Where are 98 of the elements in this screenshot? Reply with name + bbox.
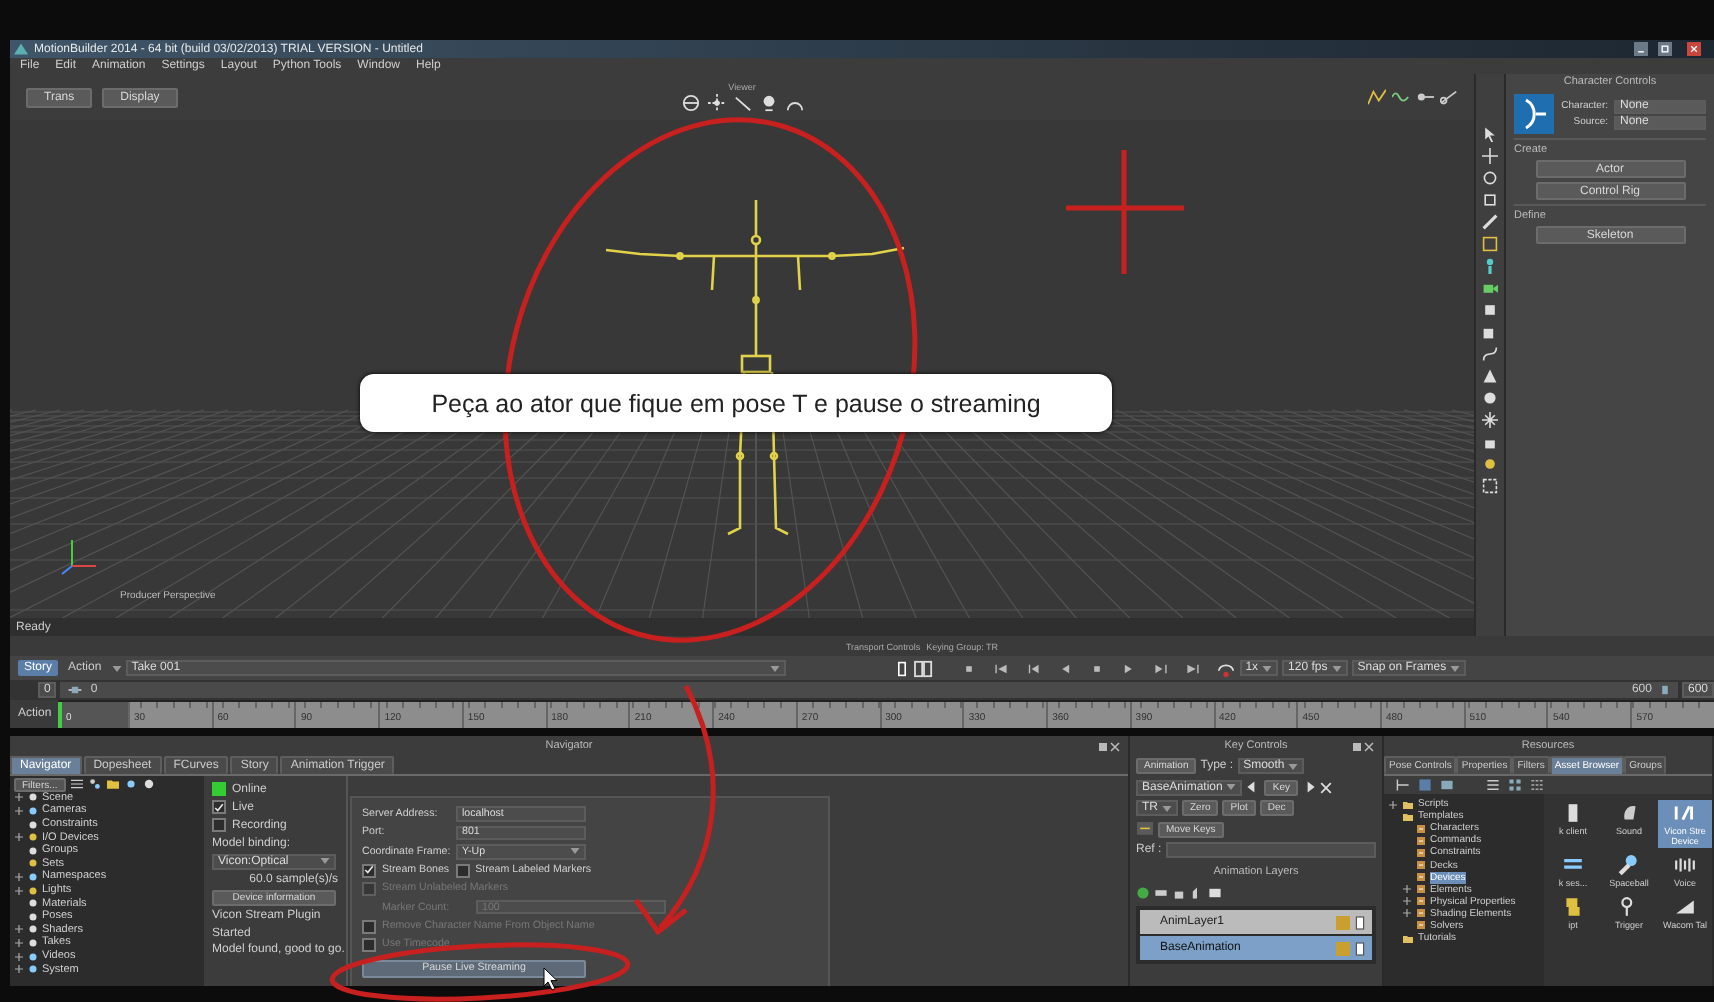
list-view-icon[interactable] [1486, 778, 1500, 792]
asset-icon [1674, 802, 1696, 824]
maximize-icon[interactable] [1654, 42, 1676, 56]
line-icon[interactable] [733, 94, 751, 112]
folder-icon [1402, 933, 1414, 944]
annotation-cross [1063, 147, 1187, 277]
gear-icon[interactable] [141, 778, 156, 791]
asset-icon [1674, 854, 1696, 876]
light-icon[interactable] [1482, 412, 1498, 428]
caret-icon [1162, 805, 1172, 812]
checkbox[interactable] [362, 937, 376, 952]
close-icon[interactable] [1110, 741, 1120, 751]
expand-icon[interactable] [14, 832, 24, 843]
detail-view-icon[interactable] [1530, 778, 1544, 792]
caret-icon [1450, 665, 1461, 671]
panel-view-icon[interactable] [1440, 778, 1454, 792]
slider-handle-icon[interactable] [1657, 682, 1672, 698]
link-icon[interactable] [1440, 88, 1458, 106]
expand-icon[interactable] [14, 805, 24, 816]
rotate-icon[interactable] [1482, 170, 1498, 186]
subtitle-caption: Peça ao ator que fique em pose T e pause o streaming [360, 374, 1112, 432]
nodes-icon[interactable] [87, 778, 102, 791]
expand-icon[interactable] [14, 924, 24, 935]
expand-icon[interactable] [14, 885, 24, 896]
sphere-icon[interactable] [123, 778, 138, 791]
expand-icon[interactable] [1402, 884, 1412, 895]
wave-icon[interactable] [1392, 88, 1410, 106]
frame-icon[interactable] [1482, 478, 1498, 494]
transport-icon[interactable] [1153, 661, 1168, 675]
expand-icon[interactable] [1402, 896, 1412, 907]
checkbox[interactable] [455, 863, 470, 878]
single-view-icon[interactable] [893, 659, 910, 677]
character-logo-icon [1514, 94, 1554, 134]
merge-icon[interactable] [1208, 886, 1222, 901]
split-view-icon[interactable] [1418, 778, 1432, 792]
bone-icon[interactable] [1482, 214, 1498, 230]
select-icon[interactable] [1482, 126, 1498, 142]
dock-icon[interactable] [1352, 741, 1362, 751]
close-icon[interactable] [1319, 781, 1332, 794]
sphere-icon[interactable] [1482, 390, 1498, 406]
expand-icon[interactable] [14, 951, 24, 962]
expand-icon[interactable] [14, 792, 24, 803]
transport-icon[interactable] [1121, 661, 1136, 675]
caret-icon [769, 665, 780, 671]
transport-icon[interactable] [1185, 661, 1200, 675]
caret-icon [320, 858, 330, 865]
transport-icon[interactable] [1057, 661, 1072, 675]
list-icon[interactable] [69, 778, 84, 791]
loop-icon[interactable] [1215, 659, 1236, 677]
asset-icon [1562, 896, 1584, 918]
checkbox[interactable] [362, 863, 376, 878]
curve-icon[interactable] [1368, 88, 1386, 106]
caret-icon [1226, 784, 1237, 791]
figure-icon[interactable] [1482, 258, 1498, 274]
asset-icon [1618, 854, 1640, 876]
key-icon[interactable] [1416, 88, 1434, 106]
dock-icon[interactable] [1098, 741, 1108, 751]
add-layer-icon[interactable] [1136, 886, 1150, 901]
expand-icon[interactable] [14, 937, 24, 948]
caret-icon [1288, 763, 1299, 770]
folder-icon[interactable] [105, 778, 120, 791]
orbit-icon[interactable] [681, 94, 699, 112]
zoom-icon[interactable] [759, 94, 777, 112]
axis-icon [61, 539, 97, 575]
transport-icon[interactable] [1025, 661, 1040, 675]
camera-icon[interactable] [1482, 280, 1498, 296]
slider-handle-icon[interactable] [66, 682, 85, 698]
transport-icon[interactable] [1089, 661, 1104, 675]
dual-view-icon[interactable] [913, 659, 934, 677]
key-icon[interactable] [1136, 821, 1154, 838]
asset-icon [1674, 896, 1696, 918]
close-icon[interactable] [1364, 741, 1374, 751]
caret-icon [570, 848, 580, 855]
minimize-icon[interactable] [1630, 42, 1652, 56]
expand-icon[interactable] [14, 871, 24, 882]
checkbox[interactable] [212, 818, 226, 833]
checkbox[interactable] [212, 800, 226, 815]
expand-icon[interactable] [14, 964, 24, 975]
cursor-icon [543, 967, 558, 991]
checkbox[interactable] [362, 919, 376, 934]
layer-icon[interactable] [1154, 886, 1168, 901]
pan-icon[interactable] [707, 94, 725, 112]
scale-icon[interactable] [1482, 192, 1498, 208]
caret-icon [111, 665, 122, 671]
expand-icon[interactable] [1402, 908, 1412, 919]
icon-view-icon[interactable] [1508, 778, 1522, 792]
asset-icon [1618, 802, 1640, 824]
tree-view-icon[interactable] [1396, 778, 1410, 792]
transport-icon[interactable] [993, 661, 1008, 675]
grid-icon[interactable] [1482, 236, 1498, 252]
caret-icon [1331, 665, 1342, 671]
triangle-icon[interactable] [1482, 368, 1498, 384]
curve-icon[interactable] [1482, 346, 1498, 362]
caret-icon [1262, 665, 1273, 671]
expand-icon[interactable] [1388, 799, 1398, 810]
transport-icon[interactable] [961, 661, 976, 675]
move-icon[interactable] [1482, 148, 1498, 164]
ref-field[interactable] [1165, 842, 1376, 859]
